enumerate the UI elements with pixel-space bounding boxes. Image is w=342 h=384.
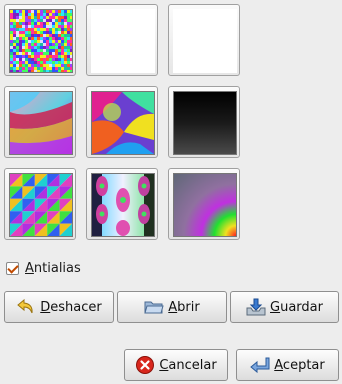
preview-cell-pattern[interactable]: [86, 168, 158, 240]
save-icon: [246, 297, 266, 317]
ok-button[interactable]: Aceptar: [236, 349, 339, 381]
preview-color-swirl[interactable]: [86, 86, 158, 158]
preview-color-waves-image: [9, 91, 73, 155]
save-button[interactable]: Guardar: [230, 291, 339, 323]
preview-blank-white-1[interactable]: [86, 4, 158, 76]
undo-button-label: Deshacer: [40, 299, 102, 315]
enter-icon: [250, 355, 270, 375]
open-button[interactable]: Abrir: [117, 291, 227, 323]
ok-button-label: Aceptar: [274, 357, 325, 373]
undo-button[interactable]: Deshacer: [4, 291, 114, 323]
cancel-button-label: Cancelar: [159, 357, 217, 373]
folder-icon: [144, 297, 164, 317]
preview-radial-gradient[interactable]: [168, 168, 240, 240]
pattern-preview-grid: [4, 4, 244, 244]
preview-random-noise[interactable]: [4, 4, 76, 76]
preview-cell-pattern-image: [91, 173, 155, 237]
antialias-label[interactable]: Antialias: [25, 261, 81, 276]
undo-arrow-icon: [16, 297, 36, 317]
cancel-icon: [135, 355, 155, 375]
preview-dark-gradient[interactable]: [168, 86, 240, 158]
antialias-row[interactable]: Antialias: [6, 259, 81, 277]
open-button-label: Abrir: [168, 299, 200, 315]
preview-dark-gradient-image: [173, 91, 237, 155]
preview-color-tiles-image: [9, 173, 73, 237]
preview-color-tiles[interactable]: [4, 168, 76, 240]
preview-random-noise-image: [9, 9, 73, 73]
cancel-button[interactable]: Cancelar: [124, 349, 228, 381]
save-button-label: Guardar: [270, 299, 323, 315]
preview-color-waves[interactable]: [4, 86, 76, 158]
preview-radial-gradient-image: [173, 173, 237, 237]
preview-color-swirl-image: [91, 91, 155, 155]
preview-blank-white-2[interactable]: [168, 4, 240, 76]
preview-blank-white-1-image: [91, 9, 155, 73]
preview-blank-white-2-image: [173, 9, 237, 73]
antialias-checkbox[interactable]: [6, 261, 19, 275]
